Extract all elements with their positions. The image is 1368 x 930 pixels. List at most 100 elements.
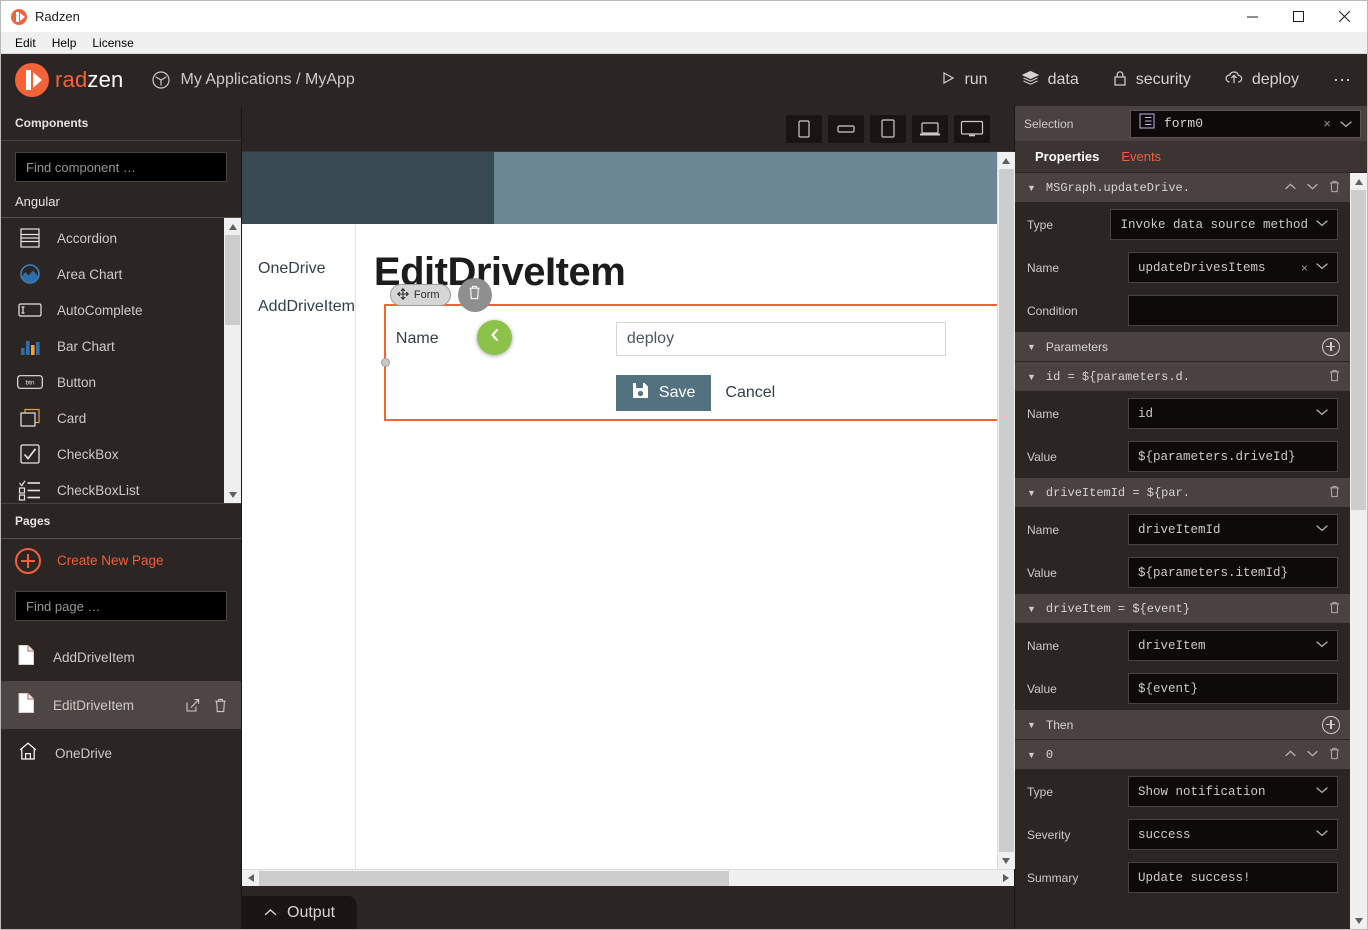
canvas-scroll-track[interactable] — [997, 169, 1015, 852]
chevron-down-icon[interactable] — [1316, 262, 1328, 273]
form-component[interactable]: Form Name deploy Save Cancel — [380, 278, 997, 421]
caret-down-icon[interactable]: ▼ — [1027, 750, 1036, 760]
canvas-scroll-right-button[interactable] — [997, 870, 1014, 887]
device-phone-landscape-button[interactable] — [828, 114, 864, 143]
scroll-up-button[interactable] — [224, 218, 241, 235]
more-options-button[interactable]: ⋯ — [1333, 70, 1353, 91]
property-select-name[interactable]: updateDrivesItems × — [1128, 252, 1338, 283]
menu-item-help[interactable]: Help — [44, 34, 85, 52]
clear-icon[interactable]: × — [1301, 261, 1308, 275]
trash-icon[interactable] — [1329, 180, 1340, 196]
scroll-track[interactable] — [224, 235, 241, 486]
close-button[interactable] — [1321, 1, 1367, 32]
menu-item-edit[interactable]: Edit — [7, 34, 44, 52]
component-item-checkbox[interactable]: CheckBox — [1, 436, 241, 472]
property-select-severity[interactable]: success — [1128, 819, 1338, 850]
property-select-param-name[interactable]: id — [1128, 398, 1338, 429]
caret-down-icon[interactable]: ▼ — [1027, 488, 1036, 498]
trash-icon[interactable] — [1329, 369, 1340, 385]
device-laptop-button[interactable] — [912, 114, 948, 143]
page-item-adddriveitem[interactable]: AddDriveItem — [1, 633, 241, 681]
section-header-param-id[interactable]: ▼ id = ${parameters.d. — [1015, 362, 1350, 392]
properties-scroll-down-button[interactable] — [1350, 912, 1367, 929]
property-input-param-value[interactable]: ${parameters.driveId} — [1128, 441, 1338, 472]
add-parameter-icon[interactable] — [1322, 337, 1340, 356]
property-input-param-value[interactable]: ${parameters.itemId} — [1128, 557, 1338, 588]
section-header-parameters[interactable]: ▼ Parameters — [1015, 332, 1350, 362]
preview-nav-item-adddriveitem[interactable]: AddDriveItem — [242, 288, 355, 326]
chevron-down-icon[interactable] — [1316, 786, 1328, 797]
canvas-scroll-down-button[interactable] — [997, 852, 1015, 869]
device-tablet-portrait-button[interactable] — [870, 114, 906, 143]
page-search-input[interactable] — [15, 591, 227, 621]
section-header-msgraph-updatedrive[interactable]: ▼ MSGraph.updateDrive. — [1015, 173, 1350, 203]
caret-down-icon[interactable]: ▼ — [1027, 183, 1036, 193]
chevron-down-icon[interactable] — [1340, 115, 1352, 133]
canvas-horizontal-scrollbar[interactable] — [242, 869, 1014, 886]
canvas-vertical-scrollbar[interactable] — [997, 152, 1015, 869]
page-item-editdriveitem[interactable]: EditDriveItem — [1, 681, 241, 729]
selection-clear-icon[interactable]: × — [1323, 116, 1331, 131]
minimize-button[interactable] — [1229, 1, 1275, 32]
add-then-action-icon[interactable] — [1322, 715, 1340, 734]
section-header-param-driveitemid[interactable]: ▼ driveItemId = ${par. — [1015, 478, 1350, 508]
save-button[interactable]: Save — [615, 375, 712, 411]
delete-page-icon[interactable] — [214, 698, 227, 713]
preview-nav-item-onedrive[interactable]: OneDrive — [242, 250, 355, 288]
chevron-down-icon[interactable] — [1316, 408, 1328, 419]
property-input-condition[interactable] — [1128, 295, 1338, 326]
data-button[interactable]: data — [1021, 70, 1079, 91]
canvas-scroll-thumb[interactable] — [998, 169, 1014, 852]
run-button[interactable]: run — [941, 71, 988, 90]
device-desktop-button[interactable] — [954, 114, 990, 143]
canvas-hscroll-thumb[interactable] — [259, 870, 729, 886]
edit-page-icon[interactable] — [185, 698, 200, 713]
deploy-button[interactable]: deploy — [1225, 70, 1299, 90]
component-item-button[interactable]: btn Button — [1, 364, 241, 400]
trash-icon[interactable] — [1329, 747, 1340, 763]
name-field-input[interactable] — [615, 322, 946, 356]
form-delete-button[interactable] — [457, 278, 492, 312]
move-up-icon[interactable] — [1285, 182, 1296, 193]
design-canvas[interactable]: OneDrive AddDriveItem EditDriveItem Form… — [242, 152, 997, 869]
scroll-down-button[interactable] — [224, 486, 241, 503]
canvas-scroll-up-button[interactable] — [997, 152, 1015, 169]
component-item-card[interactable]: Card — [1, 400, 241, 436]
chevron-down-icon[interactable] — [1316, 524, 1328, 535]
caret-down-icon[interactable]: ▼ — [1027, 720, 1036, 730]
sidebar-collapse-button[interactable] — [477, 320, 512, 355]
component-search-input[interactable] — [15, 152, 227, 182]
move-down-icon[interactable] — [1307, 749, 1318, 760]
section-header-action-0[interactable]: ▼ 0 — [1015, 740, 1350, 770]
properties-scroll-thumb[interactable] — [1351, 190, 1366, 510]
section-header-param-driveitem[interactable]: ▼ driveItem = ${event} — [1015, 594, 1350, 624]
tab-events[interactable]: Events — [1121, 149, 1161, 164]
menu-item-license[interactable]: License — [84, 34, 141, 52]
chevron-down-icon[interactable] — [1316, 829, 1328, 840]
component-item-accordion[interactable]: Accordion — [1, 220, 241, 256]
maximize-button[interactable] — [1275, 1, 1321, 32]
trash-icon[interactable] — [1329, 601, 1340, 617]
property-input-param-value[interactable]: ${event} — [1128, 673, 1338, 704]
form-drag-handle[interactable]: Form — [389, 284, 451, 306]
page-item-onedrive[interactable]: OneDrive — [1, 729, 241, 777]
properties-scroll-track[interactable] — [1350, 190, 1367, 912]
output-toggle-button[interactable]: Output — [242, 896, 358, 929]
caret-down-icon[interactable]: ▼ — [1027, 372, 1036, 382]
device-phone-portrait-button[interactable] — [786, 114, 822, 143]
property-select-param-name[interactable]: driveItem — [1128, 630, 1338, 661]
component-item-bar-chart[interactable]: Bar Chart — [1, 328, 241, 364]
property-select-action-type[interactable]: Show notification — [1128, 776, 1338, 807]
properties-scroll-up-button[interactable] — [1350, 173, 1367, 190]
property-select-param-name[interactable]: driveItemId — [1128, 514, 1338, 545]
chevron-down-icon[interactable] — [1316, 219, 1328, 230]
property-input-summary[interactable]: Update success! — [1128, 862, 1338, 893]
component-item-autocomplete[interactable]: AutoComplete — [1, 292, 241, 328]
caret-down-icon[interactable]: ▼ — [1027, 342, 1036, 352]
property-select-type[interactable]: Invoke data source method — [1110, 209, 1338, 240]
caret-down-icon[interactable]: ▼ — [1027, 604, 1036, 614]
component-list-scrollbar[interactable] — [224, 218, 241, 503]
canvas-scroll-left-button[interactable] — [242, 870, 259, 887]
chevron-down-icon[interactable] — [1316, 640, 1328, 651]
move-up-icon[interactable] — [1285, 749, 1296, 760]
